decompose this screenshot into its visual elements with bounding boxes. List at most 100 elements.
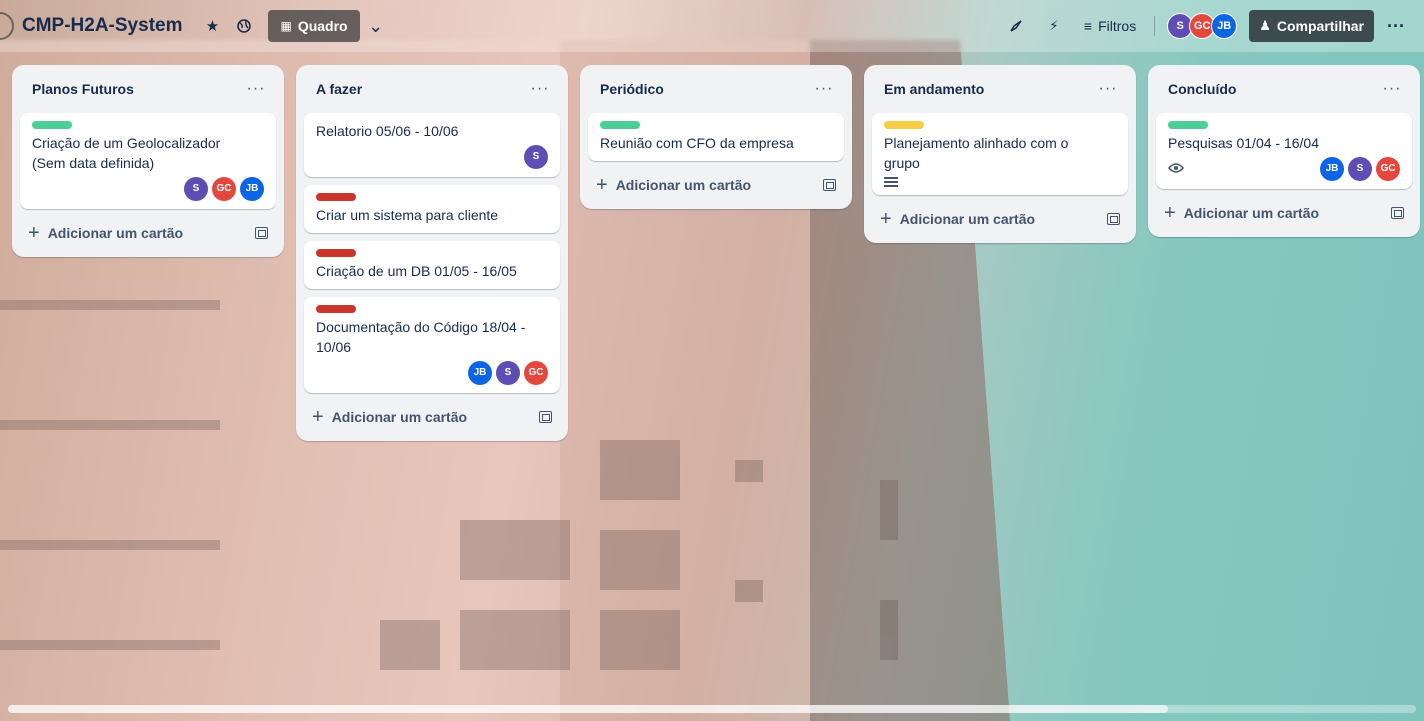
description-icon [884, 177, 898, 187]
card-title: Pesquisas 01/04 - 16/04 [1168, 135, 1319, 151]
plus-icon: + [312, 405, 324, 428]
card-label-red [316, 249, 356, 257]
list-planos-futuros: Planos Futuros ··· Criação de um Geoloca… [12, 65, 284, 257]
card-members: JB S GC [468, 361, 548, 385]
board-view-button[interactable]: ▦ Quadro [268, 10, 360, 42]
list-em-andamento: Em andamento ··· Planejamento alinhado c… [864, 65, 1136, 243]
avatar[interactable]: S [496, 361, 520, 385]
card-footer: S [316, 145, 548, 169]
avatar[interactable]: JB [468, 361, 492, 385]
card[interactable]: Criação de um Geolocalizador (Sem data d… [20, 113, 276, 209]
plus-icon: + [880, 207, 892, 230]
card-footer: JB S GC [1168, 157, 1400, 181]
list-menu-icon[interactable]: ··· [240, 80, 272, 98]
card-template-icon[interactable] [539, 411, 552, 423]
list-header: Periódico ··· [588, 73, 844, 105]
workspace-toggle[interactable] [0, 12, 14, 40]
card-title: Planejamento alinhado com o grupo [884, 135, 1069, 171]
card[interactable]: Documentação do Código 18/04 - 10/06 JB … [304, 297, 560, 393]
eye-icon [1168, 159, 1184, 179]
filters-button[interactable]: ≡ Filtros [1076, 10, 1144, 42]
add-card-button[interactable]: + Adicionar um cartão [588, 169, 844, 201]
list-title[interactable]: Concluído [1168, 81, 1236, 97]
list-periodico: Periódico ··· Reunião com CFO da empresa… [580, 65, 852, 209]
avatar[interactable]: JB [1211, 13, 1238, 39]
avatar[interactable]: GC [212, 177, 236, 201]
scrollbar-thumb[interactable] [8, 705, 1168, 713]
list-header: A fazer ··· [304, 73, 560, 105]
card-title: Criação de um DB 01/05 - 16/05 [316, 263, 517, 279]
add-card-button[interactable]: + Adicionar um cartão [872, 203, 1128, 235]
more-icon[interactable]: ··· [1380, 10, 1412, 42]
list-menu-icon[interactable]: ··· [1092, 80, 1124, 98]
list-menu-icon[interactable]: ··· [808, 80, 840, 98]
avatar[interactable]: S [524, 145, 548, 169]
avatar[interactable]: GC [1376, 157, 1400, 181]
card-title: Reunião com CFO da empresa [600, 135, 794, 151]
avatar[interactable]: JB [1320, 157, 1344, 181]
list-title[interactable]: Planos Futuros [32, 81, 134, 97]
add-card-button[interactable]: + Adicionar um cartão [304, 401, 560, 433]
rocket-icon[interactable] [1000, 10, 1032, 42]
automation-icon[interactable]: ⚡ [1038, 10, 1070, 42]
card-footer: JB S GC [316, 361, 548, 385]
add-card-label: Adicionar um cartão [899, 211, 1036, 227]
card[interactable]: Relatorio 05/06 - 10/06 S [304, 113, 560, 177]
board-view-label: Quadro [297, 18, 348, 34]
add-card-button[interactable]: + Adicionar um cartão [20, 217, 276, 249]
list-header: Concluído ··· [1156, 73, 1412, 105]
add-user-icon: ♟ [1259, 18, 1271, 33]
globe-icon[interactable] [228, 10, 260, 42]
card-title: Relatorio 05/06 - 10/06 [316, 123, 459, 139]
list-title[interactable]: Periódico [600, 81, 664, 97]
share-label: Compartilhar [1276, 18, 1364, 34]
card-footer: S GC JB [32, 177, 264, 201]
card[interactable]: Reunião com CFO da empresa [588, 113, 844, 161]
plus-icon: + [28, 221, 40, 244]
add-card-label: Adicionar um cartão [615, 177, 752, 193]
card[interactable]: Pesquisas 01/04 - 16/04 JB S GC [1156, 113, 1412, 189]
card-template-icon[interactable] [1391, 207, 1404, 219]
card-title: Criação de um Geolocalizador (Sem data d… [32, 135, 221, 171]
card-template-icon[interactable] [823, 179, 836, 191]
add-card-label: Adicionar um cartão [331, 409, 468, 425]
chevron-down-icon[interactable]: ⌄ [360, 10, 392, 42]
list-title[interactable]: A fazer [316, 81, 362, 97]
list-menu-icon[interactable]: ··· [524, 80, 556, 98]
card[interactable]: Planejamento alinhado com o grupo [872, 113, 1128, 195]
board-title[interactable]: CMP-H2A-System [22, 15, 182, 37]
filter-icon: ≡ [1083, 18, 1093, 34]
board-view-icon: ▦ [280, 19, 292, 33]
filters-label: Filtros [1098, 18, 1137, 34]
card-members: JB S GC [1320, 157, 1400, 181]
add-card-button[interactable]: + Adicionar um cartão [1156, 197, 1412, 229]
list-header: Em andamento ··· [872, 73, 1128, 105]
share-button[interactable]: ♟ Compartilhar [1249, 10, 1374, 42]
board-members[interactable]: S GC JB [1167, 13, 1238, 39]
avatar[interactable]: S [1348, 157, 1372, 181]
card-members: S GC JB [184, 177, 264, 201]
list-menu-icon[interactable]: ··· [1376, 80, 1408, 98]
avatar[interactable]: S [184, 177, 208, 201]
card-template-icon[interactable] [1107, 213, 1120, 225]
card[interactable]: Criação de um DB 01/05 - 16/05 [304, 241, 560, 289]
card-label-green [1168, 121, 1208, 129]
card-template-icon[interactable] [255, 227, 268, 239]
avatar[interactable]: GC [524, 361, 548, 385]
list-title[interactable]: Em andamento [884, 81, 984, 97]
card-title: Documentação do Código 18/04 - 10/06 [316, 319, 526, 355]
star-icon[interactable]: ★ [196, 10, 228, 42]
card-title: Criar um sistema para cliente [316, 207, 499, 223]
card-label-yellow [884, 121, 924, 129]
card-label-red [316, 193, 356, 201]
card-members: S [524, 145, 548, 169]
horizontal-scrollbar[interactable] [0, 703, 1424, 713]
add-card-label: Adicionar um cartão [47, 225, 184, 241]
card-label-red [316, 305, 356, 313]
add-card-label: Adicionar um cartão [1183, 205, 1320, 221]
board-header: CMP-H2A-System ★ ▦ Quadro ⌄ ⚡ ≡ Filtros … [0, 0, 1424, 52]
card[interactable]: Criar um sistema para cliente [304, 185, 560, 233]
divider [1154, 16, 1156, 36]
card-label-green [600, 121, 640, 129]
avatar[interactable]: JB [240, 177, 264, 201]
